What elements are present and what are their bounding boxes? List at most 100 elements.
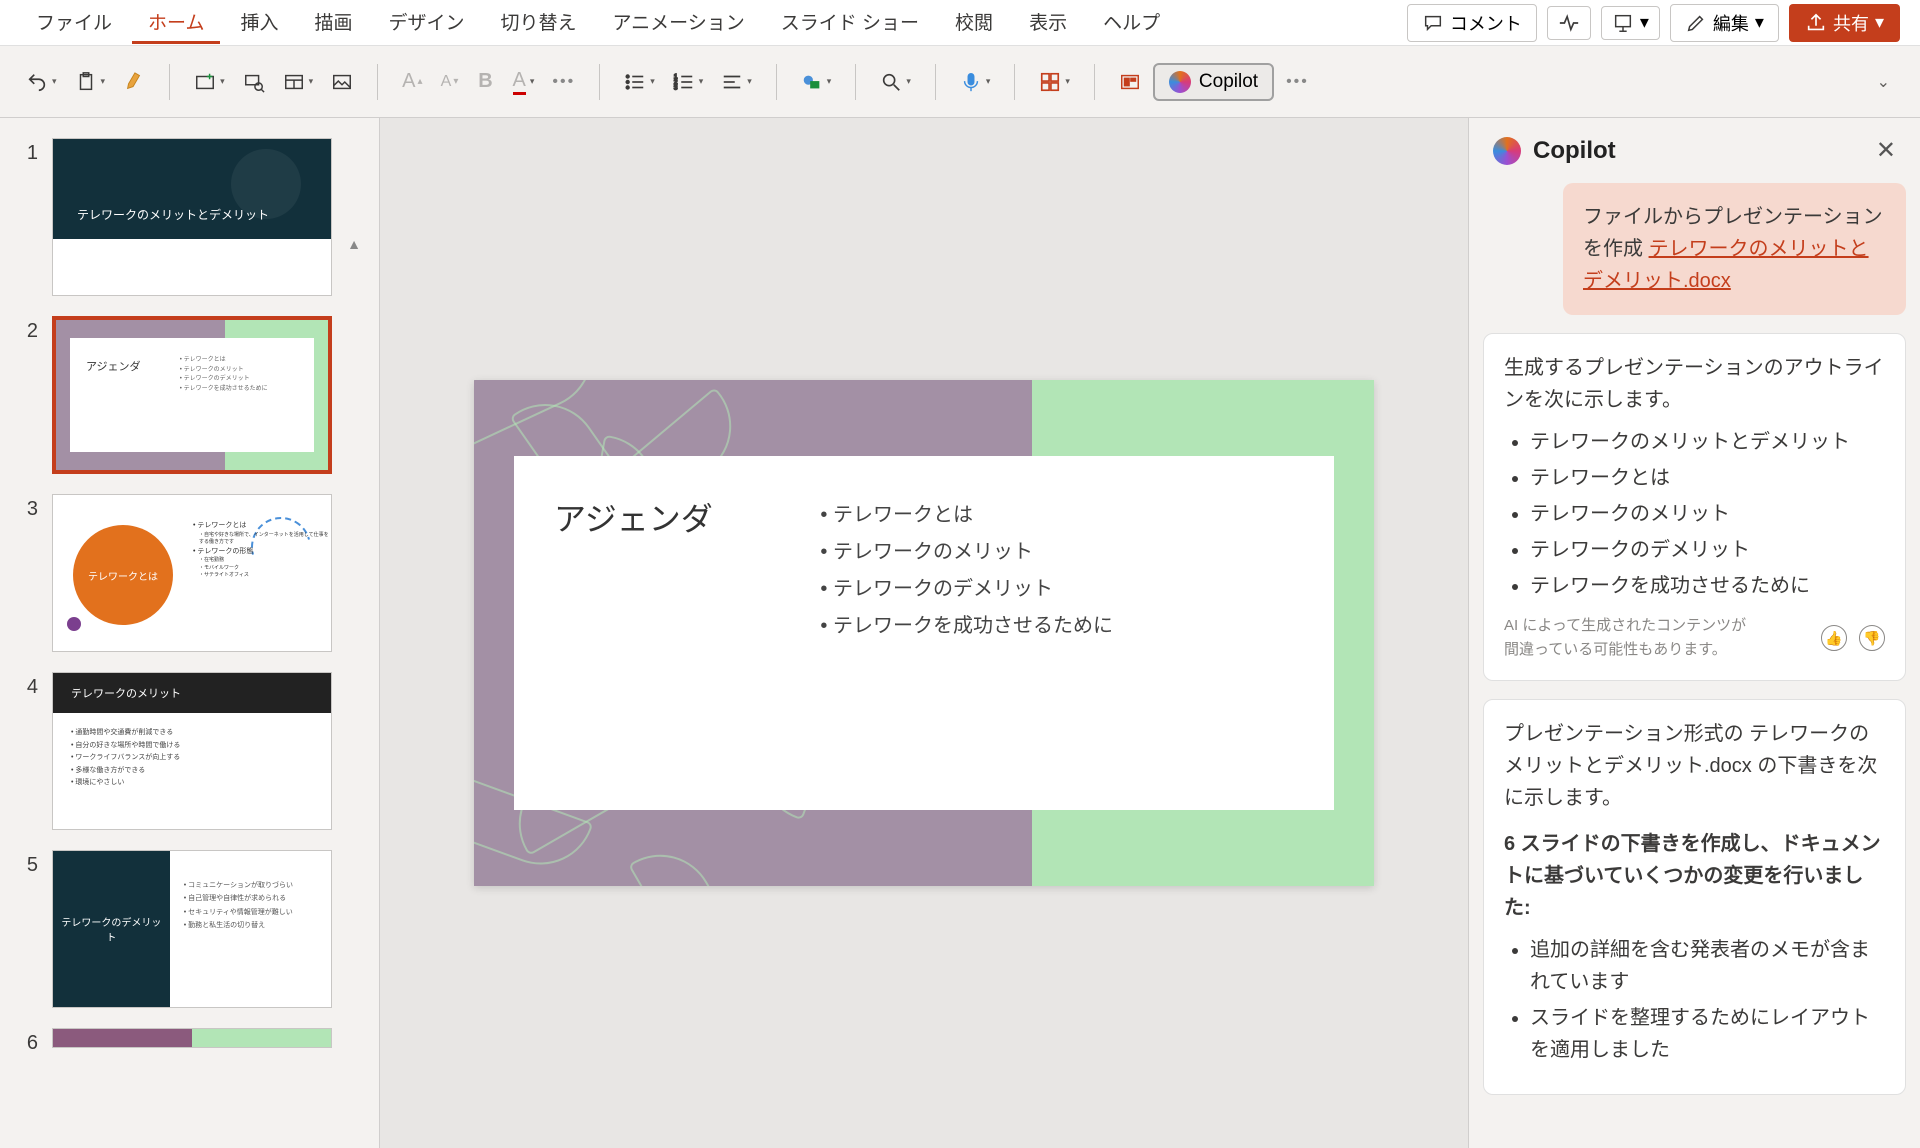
bullets-icon (624, 71, 646, 93)
bold-button[interactable]: B (471, 64, 501, 99)
copilot-icon (1169, 71, 1191, 93)
thumb-number: 5 (20, 850, 38, 877)
chevron-down-icon: ▾ (52, 76, 57, 87)
thumbnail-1[interactable]: テレワークのメリットとデメリット (52, 138, 332, 296)
chevron-down-icon: ▾ (906, 76, 911, 87)
menu-insert[interactable]: 挿入 (224, 2, 294, 44)
pulse-icon (1558, 12, 1580, 34)
menu-design[interactable]: デザイン (372, 2, 480, 44)
slide-zoom-button[interactable] (237, 65, 271, 99)
chevron-down-icon: ▾ (220, 76, 225, 87)
slide-zoom-icon (243, 71, 265, 93)
more-font-button[interactable]: ••• (546, 67, 581, 97)
pen-icon (1685, 12, 1707, 34)
chevron-down-icon: ▾ (309, 76, 314, 87)
font-decrease-button[interactable]: A▾ (435, 67, 465, 97)
current-slide[interactable]: アジェンダ テレワークとは テレワークのメリット テレワークのデメリット テレワ… (474, 380, 1374, 886)
thumbnail-3[interactable]: テレワークとは • テレワークとは ・自宅や好きな場所で、インターネットを活用し… (52, 494, 332, 652)
list-item: 追加の詳細を含む発表者のメモが含まれています (1530, 932, 1885, 1000)
thumbnail-4[interactable]: テレワークのメリット • 通勤時間や交通費が削減できる • 自分の好きな場所や時… (52, 672, 332, 830)
edit-mode-button[interactable]: 編集 ▾ (1670, 4, 1779, 42)
thumb-number: 3 (20, 494, 38, 521)
chevron-down-icon: ⌄ (1877, 74, 1890, 91)
numbering-button[interactable]: 123 ▾ (667, 65, 710, 99)
thumb-1-title: テレワークのメリットとデメリット (77, 206, 269, 223)
menu-home[interactable]: ホーム (132, 2, 220, 44)
chevron-down-icon: ▾ (747, 76, 752, 87)
thumbs-down-button[interactable]: 👎 (1859, 625, 1885, 651)
new-slide-button[interactable]: ▾ (188, 65, 231, 99)
undo-icon (26, 71, 48, 93)
menu-bar: ファイル ホーム 挿入 描画 デザイン 切り替え アニメーション スライド ショ… (0, 0, 1920, 46)
present-button[interactable]: ▾ (1601, 6, 1660, 40)
copilot-body[interactable]: ファイルからプレゼンテーションを作成 テレワークのメリットとデメリット.docx… (1469, 183, 1920, 1148)
menu-help[interactable]: ヘルプ (1087, 2, 1176, 44)
thumb-2-title: アジェンダ (70, 338, 180, 452)
menu-view[interactable]: 表示 (1013, 2, 1083, 44)
find-button[interactable]: ▾ (874, 65, 917, 99)
clipboard-icon (75, 71, 97, 93)
list-item: テレワークを成功させるために (1530, 568, 1885, 604)
bullets-button[interactable]: ▾ (618, 65, 661, 99)
thumb-number: 1 (20, 138, 38, 165)
list-item: テレワークのメリットとデメリット (1530, 424, 1885, 460)
bot2-intro: プレゼンテーション形式の テレワークのメリットとデメリット.docx の下書きを… (1504, 718, 1885, 814)
paste-button[interactable]: ▾ (69, 65, 112, 99)
more-commands-button[interactable]: ••• (1280, 67, 1315, 97)
designer-button[interactable] (1113, 65, 1147, 99)
thumbnail-6[interactable] (52, 1028, 332, 1048)
close-button[interactable]: ✕ (1876, 136, 1896, 165)
menu-file[interactable]: ファイル (20, 2, 128, 44)
thumb-number: 2 (20, 316, 38, 343)
thumbnail-panel[interactable]: ▲ 1 テレワークのメリットとデメリット 2 アジェンダ • テレワークとは •… (0, 118, 380, 1148)
slide-bullet-list[interactable]: テレワークとは テレワークのメリット テレワークのデメリット テレワークを成功さ… (820, 494, 1113, 772)
addins-button[interactable]: ▾ (1033, 65, 1076, 99)
copilot-label: Copilot (1199, 71, 1258, 93)
comment-icon (1422, 12, 1444, 34)
copilot-ribbon-button[interactable]: Copilot (1153, 63, 1274, 101)
ribbon-toggle[interactable]: ⌄ (1877, 72, 1890, 92)
list-item: テレワークとは (820, 494, 1113, 531)
chevron-down-icon: ▾ (530, 76, 535, 87)
comment-button[interactable]: コメント (1407, 4, 1537, 42)
align-button[interactable]: ▾ (715, 65, 758, 99)
undo-button[interactable]: ▾ (20, 65, 63, 99)
designer-icon (1119, 71, 1141, 93)
scroll-up-icon[interactable]: ▲ (347, 236, 361, 252)
list-item: テレワークを成功させるために (820, 605, 1113, 642)
addins-icon (1039, 71, 1061, 93)
bot2-headline: 6 スライドの下書きを作成し、ドキュメントに基づいていくつかの変更を行いました: (1504, 828, 1885, 924)
catch-up-button[interactable] (1547, 6, 1591, 40)
share-button[interactable]: 共有 ▾ (1789, 4, 1900, 42)
crop-button[interactable] (325, 65, 359, 99)
chevron-down-icon: ▾ (650, 76, 655, 87)
slide-title[interactable]: アジェンダ (554, 494, 820, 772)
dictate-button[interactable]: ▾ (954, 65, 997, 99)
menu-slideshow[interactable]: スライド ショー (765, 2, 935, 44)
comment-label: コメント (1450, 10, 1522, 36)
list-item: テレワークのデメリット (820, 568, 1113, 605)
list-item: テレワークとは (1530, 460, 1885, 496)
menu-transition[interactable]: 切り替え (485, 2, 593, 44)
slide-canvas[interactable]: アジェンダ テレワークとは テレワークのメリット テレワークのデメリット テレワ… (380, 118, 1468, 1148)
thumbnail-2[interactable]: アジェンダ • テレワークとは • テレワークのメリット • テレワークのデメリ… (52, 316, 332, 474)
menu-review[interactable]: 校閲 (939, 2, 1009, 44)
user-message: ファイルからプレゼンテーションを作成 テレワークのメリットとデメリット.docx (1563, 183, 1906, 315)
changes-list: 追加の詳細を含む発表者のメモが含まれています スライドを整理するためにレイアウト… (1504, 932, 1885, 1068)
font-color-button[interactable]: A ▾ (507, 63, 541, 101)
thumbnail-5[interactable]: テレワークのデメリット • コミュニケーションが取りづらい • 自己管理や自律性… (52, 850, 332, 1008)
chevron-down-icon: ▾ (1755, 12, 1764, 33)
align-icon (721, 71, 743, 93)
menu-draw[interactable]: 描画 (298, 2, 368, 44)
shapes-icon (801, 71, 823, 93)
thumbs-up-button[interactable]: 👍 (1821, 625, 1847, 651)
layout-button[interactable]: ▾ (277, 65, 320, 99)
font-increase-button[interactable]: A▴ (396, 64, 428, 99)
shapes-button[interactable]: ▾ (795, 65, 838, 99)
menu-animation[interactable]: アニメーション (597, 2, 761, 44)
edit-label: 編集 (1713, 10, 1749, 36)
format-painter-button[interactable] (117, 65, 151, 99)
share-icon (1805, 12, 1827, 34)
svg-text:3: 3 (674, 84, 678, 91)
search-icon (880, 71, 902, 93)
